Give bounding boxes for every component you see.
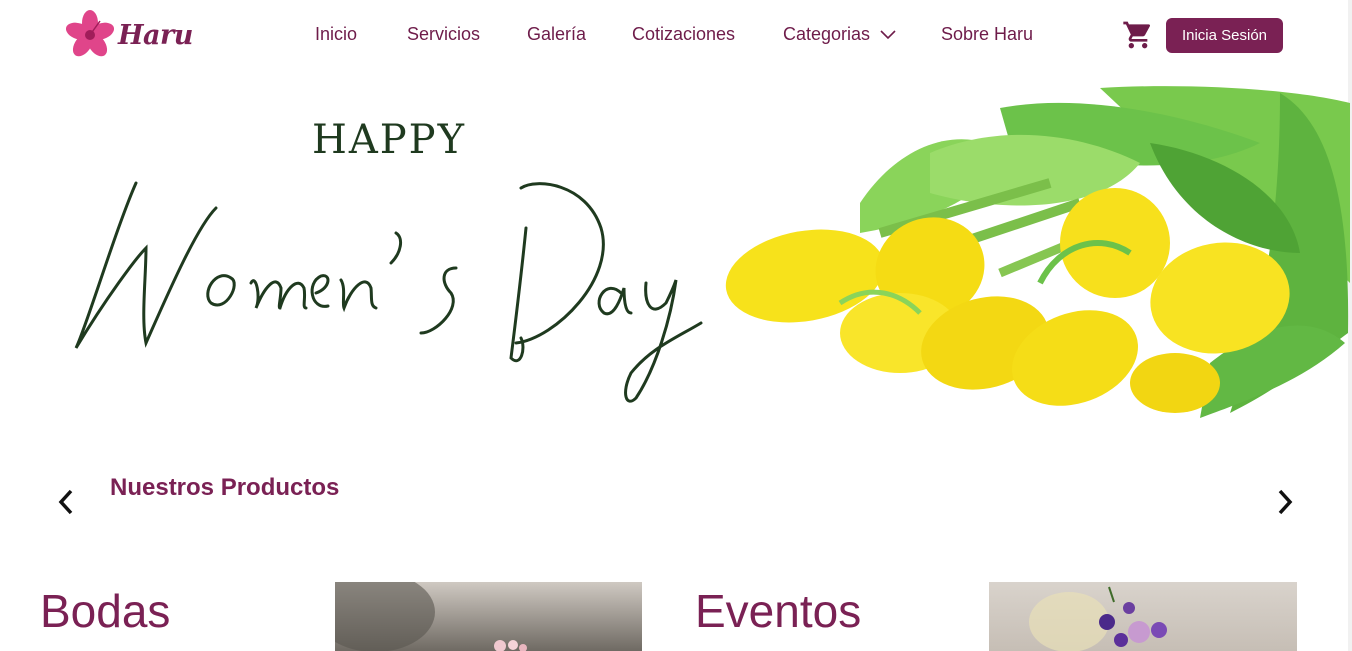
top-navbar: Haru Inicio Servicios Galería Cotizacion… bbox=[0, 0, 1352, 72]
hibiscus-icon bbox=[66, 10, 115, 57]
shopping-cart-icon[interactable] bbox=[1121, 19, 1155, 56]
products-section-title: Nuestros Productos bbox=[110, 474, 340, 501]
nav-inicio[interactable]: Inicio bbox=[315, 24, 357, 45]
eventos-image[interactable] bbox=[989, 582, 1297, 651]
womens-day-script bbox=[74, 181, 703, 403]
carousel-next-button[interactable] bbox=[1274, 488, 1296, 521]
hero-happy-text: HAPPY bbox=[312, 117, 467, 163]
hero-banner[interactable] bbox=[0, 83, 1350, 428]
nav-categorias-dropdown[interactable]: Categorias bbox=[783, 24, 897, 45]
card-title-eventos[interactable]: Eventos bbox=[695, 584, 861, 638]
chevron-right-icon bbox=[1278, 489, 1293, 515]
chevron-down-icon bbox=[880, 30, 896, 40]
card-title-bodas[interactable]: Bodas bbox=[40, 584, 170, 638]
nav-categorias-label: Categorias bbox=[783, 24, 871, 44]
bouquet-image bbox=[335, 582, 527, 651]
nav-galeria[interactable]: Galería bbox=[527, 24, 586, 45]
bodas-image[interactable] bbox=[335, 582, 642, 651]
brand-name: Haru bbox=[118, 19, 193, 51]
chevron-left-icon bbox=[58, 489, 73, 515]
flower-arrangement-image bbox=[1029, 586, 1167, 651]
nav-cotizaciones[interactable]: Cotizaciones bbox=[632, 24, 735, 45]
brand-logo[interactable]: Haru bbox=[66, 10, 193, 60]
login-button[interactable]: Inicia Sesión bbox=[1166, 18, 1283, 53]
nav-sobre-haru[interactable]: Sobre Haru bbox=[941, 24, 1033, 45]
carousel-prev-button[interactable] bbox=[55, 488, 77, 521]
nav-servicios[interactable]: Servicios bbox=[407, 24, 480, 45]
